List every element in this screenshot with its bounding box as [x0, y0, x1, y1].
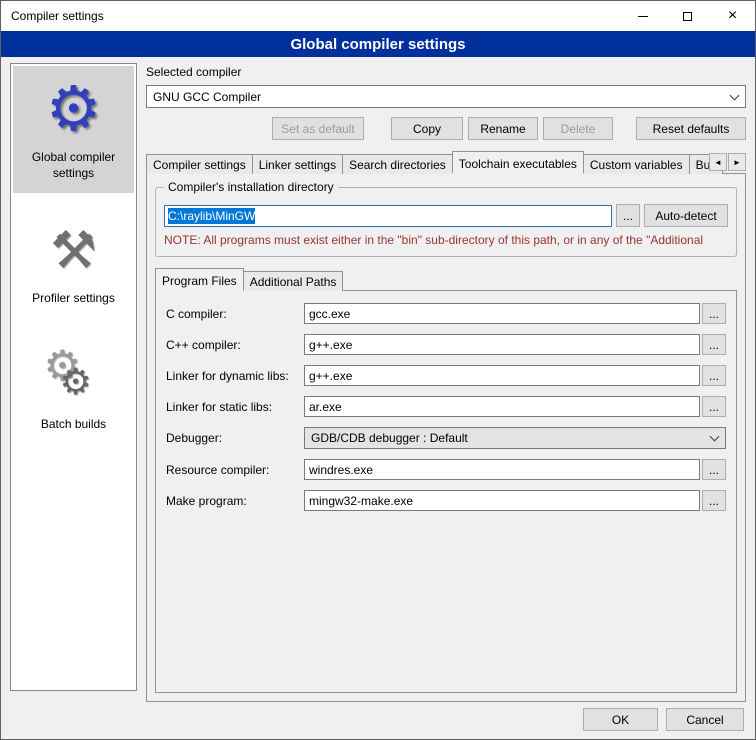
close-button[interactable]: ×	[710, 1, 755, 31]
tab-additional-paths[interactable]: Additional Paths	[243, 271, 344, 291]
browse-resource-compiler-button[interactable]: ...	[702, 459, 726, 480]
gears-gray-icon: ⚙ ⚙	[42, 343, 106, 411]
field-label: Linker for static libs:	[166, 400, 304, 414]
browse-static-linker-button[interactable]: ...	[702, 396, 726, 417]
close-icon: ×	[728, 8, 737, 24]
installation-directory-value: C:\raylib\MinGW	[168, 208, 255, 224]
static-linker-input[interactable]: ar.exe	[304, 396, 700, 417]
settings-category-sidebar: ⚙ Global compiler settings ⚒ Profiler se…	[10, 63, 137, 691]
copy-button[interactable]: Copy	[391, 117, 463, 140]
field-label: Linker for dynamic libs:	[166, 369, 304, 383]
tab-custom-variables[interactable]: Custom variables	[583, 154, 690, 174]
maximize-icon	[683, 12, 692, 21]
maximize-button[interactable]	[665, 1, 710, 31]
settings-tabstrip: Compiler settings Linker settings Search…	[146, 151, 746, 174]
input-value: g++.exe	[309, 369, 352, 383]
chevron-down-icon	[724, 87, 744, 106]
browse-dynamic-linker-button[interactable]: ...	[702, 365, 726, 386]
delete-button: Delete	[543, 117, 613, 140]
selected-compiler-value: GNU GCC Compiler	[153, 90, 261, 104]
cpp-compiler-input[interactable]: g++.exe	[304, 334, 700, 355]
tab-toolchain-executables[interactable]: Toolchain executables	[452, 151, 584, 174]
compiler-settings-dialog: Compiler settings × Global compiler sett…	[0, 0, 756, 740]
make-program-input[interactable]: mingw32-make.exe	[304, 490, 700, 511]
tab-linker-settings[interactable]: Linker settings	[252, 154, 343, 174]
dialog-footer: OK Cancel	[583, 708, 744, 731]
field-label: C compiler:	[166, 307, 304, 321]
chevron-down-icon	[704, 429, 724, 447]
installation-directory-group: Compiler's installation directory C:\ray…	[155, 187, 737, 257]
input-value: g++.exe	[309, 338, 352, 352]
field-row-c-compiler: C compiler: gcc.exe ...	[166, 303, 726, 324]
profiler-tool-icon: ⚒	[50, 217, 97, 285]
browse-c-compiler-button[interactable]: ...	[702, 303, 726, 324]
sidebar-item-label: Batch builds	[41, 417, 106, 433]
rename-button[interactable]: Rename	[468, 117, 538, 140]
input-value: windres.exe	[309, 463, 373, 477]
field-label: C++ compiler:	[166, 338, 304, 352]
dialog-header-title: Global compiler settings	[290, 36, 465, 53]
field-row-make-program: Make program: mingw32-make.exe ...	[166, 490, 726, 511]
sidebar-item-global-compiler-settings[interactable]: ⚙ Global compiler settings	[13, 66, 134, 193]
reset-defaults-button[interactable]: Reset defaults	[636, 117, 746, 140]
minimize-icon	[638, 16, 648, 17]
tab-scroll-left-icon[interactable]: ◄	[709, 153, 727, 171]
cancel-button[interactable]: Cancel	[666, 708, 744, 731]
resource-compiler-input[interactable]: windres.exe	[304, 459, 700, 480]
installation-directory-group-title: Compiler's installation directory	[164, 180, 338, 194]
tab-compiler-settings[interactable]: Compiler settings	[146, 154, 253, 174]
main-panel: Selected compiler GNU GCC Compiler Set a…	[146, 63, 746, 739]
field-row-resource-compiler: Resource compiler: windres.exe ...	[166, 459, 726, 480]
hammer-glyph: ⚒	[50, 225, 97, 277]
field-row-cpp-compiler: C++ compiler: g++.exe ...	[166, 334, 726, 355]
window-title: Compiler settings	[1, 9, 620, 23]
field-label: Resource compiler:	[166, 463, 304, 477]
tab-program-files[interactable]: Program Files	[155, 268, 244, 291]
dialog-header: Global compiler settings	[1, 31, 755, 57]
input-value: ar.exe	[309, 400, 342, 414]
ok-button[interactable]: OK	[583, 708, 658, 731]
field-label: Make program:	[166, 494, 304, 508]
program-files-tabstrip: Program Files Additional Paths	[155, 269, 737, 291]
c-compiler-input[interactable]: gcc.exe	[304, 303, 700, 324]
browse-make-program-button[interactable]: ...	[702, 490, 726, 511]
browse-cpp-compiler-button[interactable]: ...	[702, 334, 726, 355]
field-row-dynamic-linker: Linker for dynamic libs: g++.exe ...	[166, 365, 726, 386]
gears-stack: ⚙ ⚙	[42, 345, 106, 409]
field-row-static-linker: Linker for static libs: ar.exe ...	[166, 396, 726, 417]
program-files-page: C compiler: gcc.exe ... C++ compiler: g+…	[155, 290, 737, 693]
gear-glyph: ⚙	[60, 361, 92, 403]
tab-scroll-arrows: ◄ ►	[709, 153, 746, 171]
window-controls: ×	[620, 1, 755, 31]
browse-directory-button[interactable]: ...	[616, 204, 640, 227]
toolchain-executables-page: Compiler's installation directory C:\ray…	[146, 173, 746, 702]
sidebar-item-profiler-settings[interactable]: ⚒ Profiler settings	[13, 207, 134, 319]
selected-compiler-label: Selected compiler	[146, 65, 746, 79]
installation-directory-input[interactable]: C:\raylib\MinGW	[164, 205, 612, 227]
dynamic-linker-input[interactable]: g++.exe	[304, 365, 700, 386]
debugger-value: GDB/CDB debugger : Default	[311, 431, 468, 445]
field-label: Debugger:	[166, 431, 304, 445]
installation-directory-row: C:\raylib\MinGW ... Auto-detect	[164, 204, 728, 227]
set-as-default-button: Set as default	[272, 117, 364, 140]
note-text: NOTE: All programs must exist either in …	[164, 233, 728, 247]
sidebar-item-label: Profiler settings	[32, 291, 115, 307]
input-value: gcc.exe	[309, 307, 350, 321]
compiler-actions: Set as default Copy Rename Delete Reset …	[146, 117, 746, 140]
debugger-select[interactable]: GDB/CDB debugger : Default	[304, 427, 726, 449]
titlebar: Compiler settings ×	[1, 1, 755, 31]
minimize-button[interactable]	[620, 1, 665, 31]
gear-blue-icon: ⚙	[46, 76, 102, 144]
gear-glyph: ⚙	[46, 79, 102, 141]
sidebar-item-batch-builds[interactable]: ⚙ ⚙ Batch builds	[13, 333, 134, 445]
tab-search-directories[interactable]: Search directories	[342, 154, 453, 174]
field-row-debugger: Debugger: GDB/CDB debugger : Default	[166, 427, 726, 449]
selected-compiler-select[interactable]: GNU GCC Compiler	[146, 85, 746, 108]
tab-scroll-right-icon[interactable]: ►	[728, 153, 746, 171]
input-value: mingw32-make.exe	[309, 494, 413, 508]
auto-detect-button[interactable]: Auto-detect	[644, 204, 728, 227]
sidebar-item-label: Global compiler settings	[15, 150, 132, 181]
